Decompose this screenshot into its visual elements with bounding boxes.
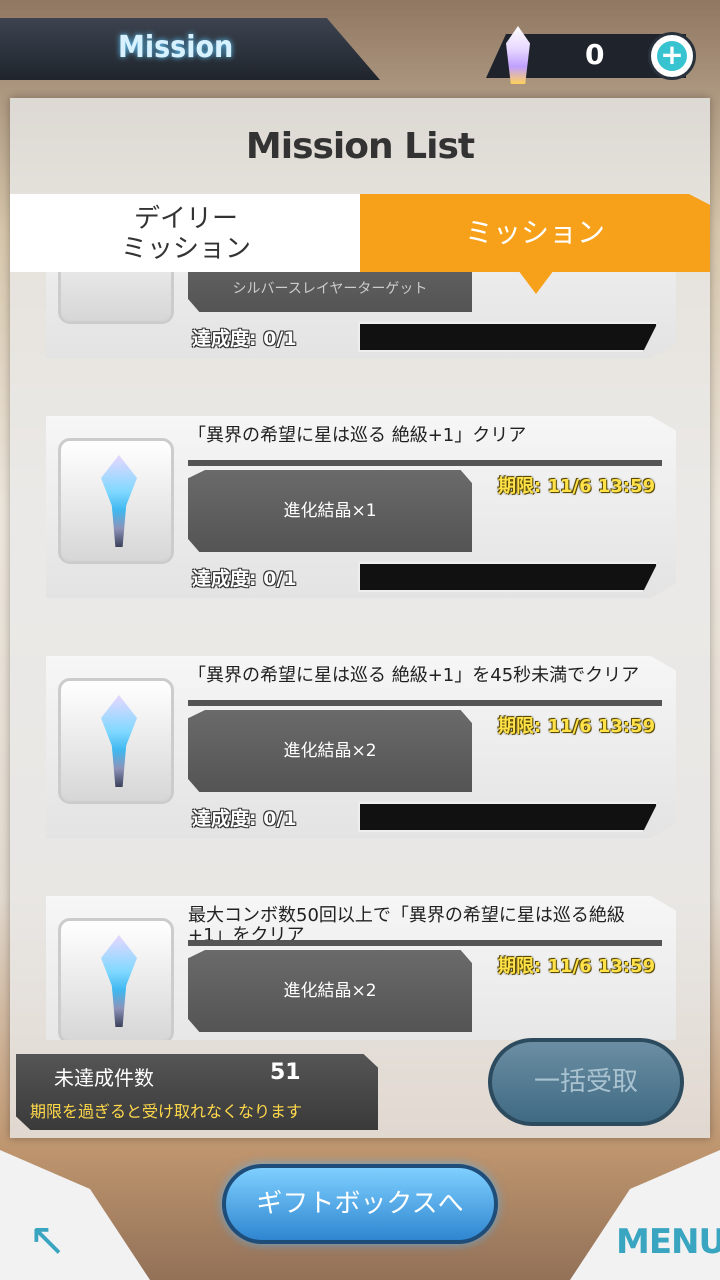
mission-card: 「異界の希望に星は巡る 絶級+1」を45秒未満でクリア 進化結晶×2 期限: 1… bbox=[46, 656, 676, 838]
tab-daily-mission[interactable]: デイリー ミッション bbox=[10, 194, 362, 272]
progress-label: 達成度: 0/1 bbox=[192, 328, 297, 350]
title-underline bbox=[188, 460, 662, 466]
add-currency-button[interactable]: + bbox=[648, 32, 696, 80]
title-underline bbox=[188, 700, 662, 706]
top-bar: Mission 0 + bbox=[0, 0, 720, 90]
reward-thumbnail bbox=[58, 918, 174, 1040]
deadline: 期限: 11/6 13:59 bbox=[498, 476, 656, 497]
plus-icon: + bbox=[657, 41, 687, 71]
mission-card: シルバースレイヤーターゲット 達成度: 0/1 bbox=[46, 272, 676, 358]
gift-box-button[interactable]: ギフトボックスへ bbox=[222, 1164, 498, 1244]
panel-title: Mission List bbox=[245, 126, 475, 167]
deadline: 期限: 11/6 13:59 bbox=[498, 956, 656, 977]
reward-thumbnail bbox=[58, 272, 174, 324]
expire-note: 期限を過ぎると受け取れなくなります bbox=[30, 1102, 303, 1121]
progress-label: 達成度: 0/1 bbox=[192, 808, 297, 830]
reward-thumbnail bbox=[58, 438, 174, 564]
tab-mission[interactable]: ミッション bbox=[360, 194, 710, 272]
mission-title: 「異界の希望に星は巡る 絶級+1」を45秒未満でクリア bbox=[188, 665, 640, 686]
title-underline bbox=[188, 940, 662, 946]
mission-title: 「異界の希望に星は巡る 絶級+1」クリア bbox=[188, 425, 527, 446]
evolution-crystal-icon bbox=[101, 695, 137, 787]
uncompleted-count: 51 bbox=[270, 1060, 301, 1085]
currency-value: 0 bbox=[585, 38, 605, 71]
mission-card: 「異界の希望に星は巡る 絶級+1」クリア 進化結晶×1 期限: 11/6 13:… bbox=[46, 416, 676, 598]
mission-card: 最大コンボ数50回以上で「異界の希望に星は巡る絶級+1」をクリア 進化結晶×2 … bbox=[46, 896, 676, 1040]
reward-box: シルバースレイヤーターゲット bbox=[188, 272, 472, 312]
progress-bar bbox=[358, 562, 658, 592]
progress-bar bbox=[358, 802, 658, 832]
reward-box: 進化結晶×2 bbox=[188, 950, 472, 1032]
mission-list[interactable]: シルバースレイヤーターゲット 達成度: 0/1 「異界の希望に星は巡る 絶級+1… bbox=[0, 272, 720, 1040]
screen-title: Mission bbox=[118, 30, 234, 65]
reward-thumbnail bbox=[58, 678, 174, 804]
back-arrow-icon[interactable]: ↖ bbox=[28, 1212, 67, 1266]
progress-label: 達成度: 0/1 bbox=[192, 568, 297, 590]
reward-box: 進化結晶×1 bbox=[188, 470, 472, 552]
evolution-crystal-icon bbox=[101, 935, 137, 1027]
claim-all-button[interactable]: 一括受取 bbox=[488, 1038, 684, 1126]
uncompleted-label: 未達成件数 bbox=[54, 1066, 154, 1090]
progress-bar bbox=[358, 322, 658, 352]
deadline: 期限: 11/6 13:59 bbox=[498, 716, 656, 737]
menu-button[interactable]: MENU bbox=[616, 1222, 720, 1262]
active-tab-pointer bbox=[518, 270, 554, 294]
evolution-crystal-icon bbox=[101, 455, 137, 547]
reward-box: 進化結晶×2 bbox=[188, 710, 472, 792]
